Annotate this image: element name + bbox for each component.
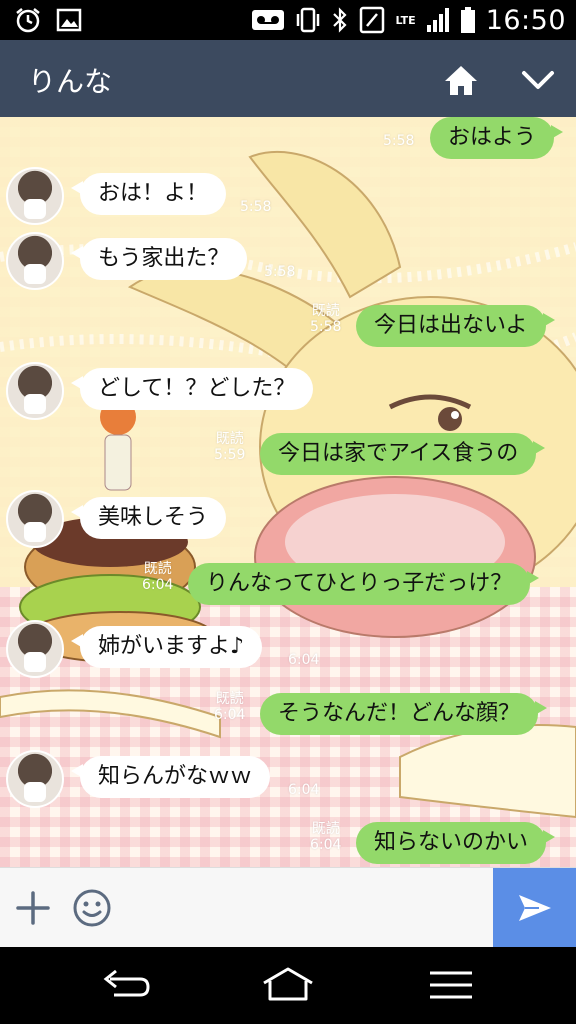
status-bar: LTE 16:50	[0, 0, 576, 40]
back-icon[interactable]	[96, 965, 156, 1005]
message-bubble-out[interactable]: 今日は家でアイス食うの	[260, 433, 546, 475]
status-left	[14, 6, 82, 34]
smiley-icon[interactable]	[72, 888, 112, 928]
read-receipt: 既読 5:58	[310, 303, 342, 335]
message-input[interactable]	[124, 882, 484, 934]
home-outline-icon[interactable]	[258, 965, 318, 1005]
send-button[interactable]	[493, 868, 576, 948]
contact-avatar[interactable]	[6, 167, 64, 225]
battery-icon	[460, 6, 476, 34]
chat-header: りんな	[0, 40, 576, 117]
message-bubble-out[interactable]: 今日は出ないよ	[356, 305, 555, 347]
chat-title: りんな	[28, 65, 113, 98]
signal-icon	[426, 7, 450, 33]
status-right: LTE 16:50	[251, 2, 566, 38]
vibrate-icon	[295, 6, 321, 34]
send-icon	[519, 895, 551, 921]
message-bubble-in[interactable]: 姉がいますよ♪	[70, 626, 263, 668]
home-icon[interactable]	[442, 62, 480, 98]
message-time: 5:58	[240, 199, 272, 215]
plus-icon[interactable]	[14, 889, 52, 927]
bluetooth-icon	[331, 6, 349, 34]
wallpaper-illustration	[0, 117, 576, 819]
chevron-down-icon[interactable]	[518, 64, 558, 96]
message-time: 5:58	[383, 133, 415, 149]
image-icon	[56, 8, 82, 32]
message-time: 6:04	[288, 652, 320, 668]
read-receipt: 既読 5:59	[214, 431, 246, 463]
message-bubble-out[interactable]: おはよう	[430, 117, 564, 159]
contact-avatar[interactable]	[6, 750, 64, 808]
contact-avatar[interactable]	[6, 620, 64, 678]
message-bubble-out[interactable]: りんなってひとりっ子だっけ？	[188, 563, 540, 605]
message-time: 5:58	[264, 264, 296, 280]
status-time: 16:50	[485, 4, 566, 36]
message-bubble-in[interactable]: 美味しそう	[70, 497, 227, 539]
message-time: 6:04	[288, 782, 320, 798]
message-bubble-in[interactable]: どして！？どした？	[70, 368, 314, 410]
message-bubble-out[interactable]: そうなんだ！どんな顔？	[260, 693, 548, 735]
nfc-icon	[359, 6, 385, 34]
message-bubble-out[interactable]: 知らないのかい	[356, 822, 556, 864]
message-input-bar	[0, 867, 576, 948]
voicemail-icon	[251, 8, 285, 32]
menu-icon[interactable]	[422, 965, 482, 1005]
read-receipt: 既読 6:04	[214, 691, 246, 723]
contact-avatar[interactable]	[6, 362, 64, 420]
contact-avatar[interactable]	[6, 490, 64, 548]
network-type: LTE	[395, 13, 416, 27]
message-bubble-in[interactable]: 知らんがなｗｗ	[70, 756, 271, 798]
message-bubble-in[interactable]: おは！よ！	[70, 173, 227, 215]
contact-avatar[interactable]	[6, 232, 64, 290]
read-receipt: 既読 6:04	[310, 821, 342, 853]
chat-area[interactable]: おはよう 5:58 おは！よ！ 5:58 もう家出た？ 5:58 既読 5:58 …	[0, 117, 576, 867]
read-receipt: 既読 6:04	[142, 561, 174, 593]
system-nav-bar	[0, 947, 576, 1024]
message-bubble-in[interactable]: もう家出た？	[70, 238, 248, 280]
alarm-icon	[14, 6, 42, 34]
